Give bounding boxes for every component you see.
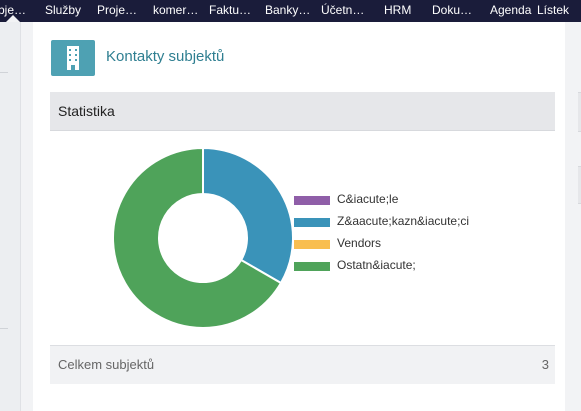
nav-item-hrm[interactable]: HRM <box>384 0 411 22</box>
total-subjects-row: Celkem subjektů 3 <box>50 345 555 384</box>
legend-label: Ostatn&iacute; <box>337 258 416 272</box>
legend-item[interactable]: Z&aacute;kazn&iacute;ci <box>294 213 534 235</box>
donut-slice[interactable] <box>202 146 294 285</box>
legend-item[interactable]: C&iacute;le <box>294 191 534 213</box>
chart-legend: C&iacute;le Z&aacute;kazn&iacute;ci Vend… <box>294 191 534 279</box>
sidebar-divider <box>0 328 8 329</box>
legend-swatch <box>294 262 330 271</box>
contacts-panel: Kontakty subjektů Statistika C&iacute;le… <box>33 22 565 411</box>
donut-chart-svg <box>112 146 294 329</box>
page-title[interactable]: Kontakty subjektů <box>106 48 406 65</box>
legend-label: Z&aacute;kazn&iacute;ci <box>337 214 470 228</box>
total-subjects-value: 3 <box>541 357 549 372</box>
nav-item-documents[interactable]: Doku… <box>432 0 472 22</box>
statistics-title: Statistika <box>58 103 115 119</box>
left-sidebar-strip <box>0 22 21 411</box>
legend-swatch <box>294 240 330 249</box>
nav-item-agenda[interactable]: Agenda <box>490 0 531 22</box>
nav-item-services[interactable]: Služby <box>45 0 81 22</box>
nav-item-commercial[interactable]: komer… <box>153 0 198 22</box>
legend-item[interactable]: Ostatn&iacute; <box>294 257 534 279</box>
nav-item-invoices[interactable]: Faktu… <box>209 0 251 22</box>
nav-item-projects[interactable]: Proje… <box>97 0 137 22</box>
building-icon <box>51 40 95 76</box>
top-navigation: bje… Služby Proje… komer… Faktu… Banky… … <box>0 0 581 22</box>
donut-chart <box>103 138 303 338</box>
legend-swatch <box>294 196 330 205</box>
nav-item-accounting[interactable]: Účetn… <box>321 0 364 22</box>
statistics-header: Statistika <box>50 92 555 131</box>
nav-item-tickets[interactable]: Lístek <box>537 0 569 22</box>
legend-item[interactable]: Vendors <box>294 235 534 257</box>
legend-swatch <box>294 218 330 227</box>
legend-label: Vendors <box>337 236 382 250</box>
total-subjects-label: Celkem subjektů <box>58 357 155 372</box>
nav-item-banks[interactable]: Banky… <box>265 0 310 22</box>
sidebar-divider <box>0 72 8 73</box>
legend-label: C&iacute;le <box>337 192 399 206</box>
active-nav-indicator <box>6 15 20 22</box>
